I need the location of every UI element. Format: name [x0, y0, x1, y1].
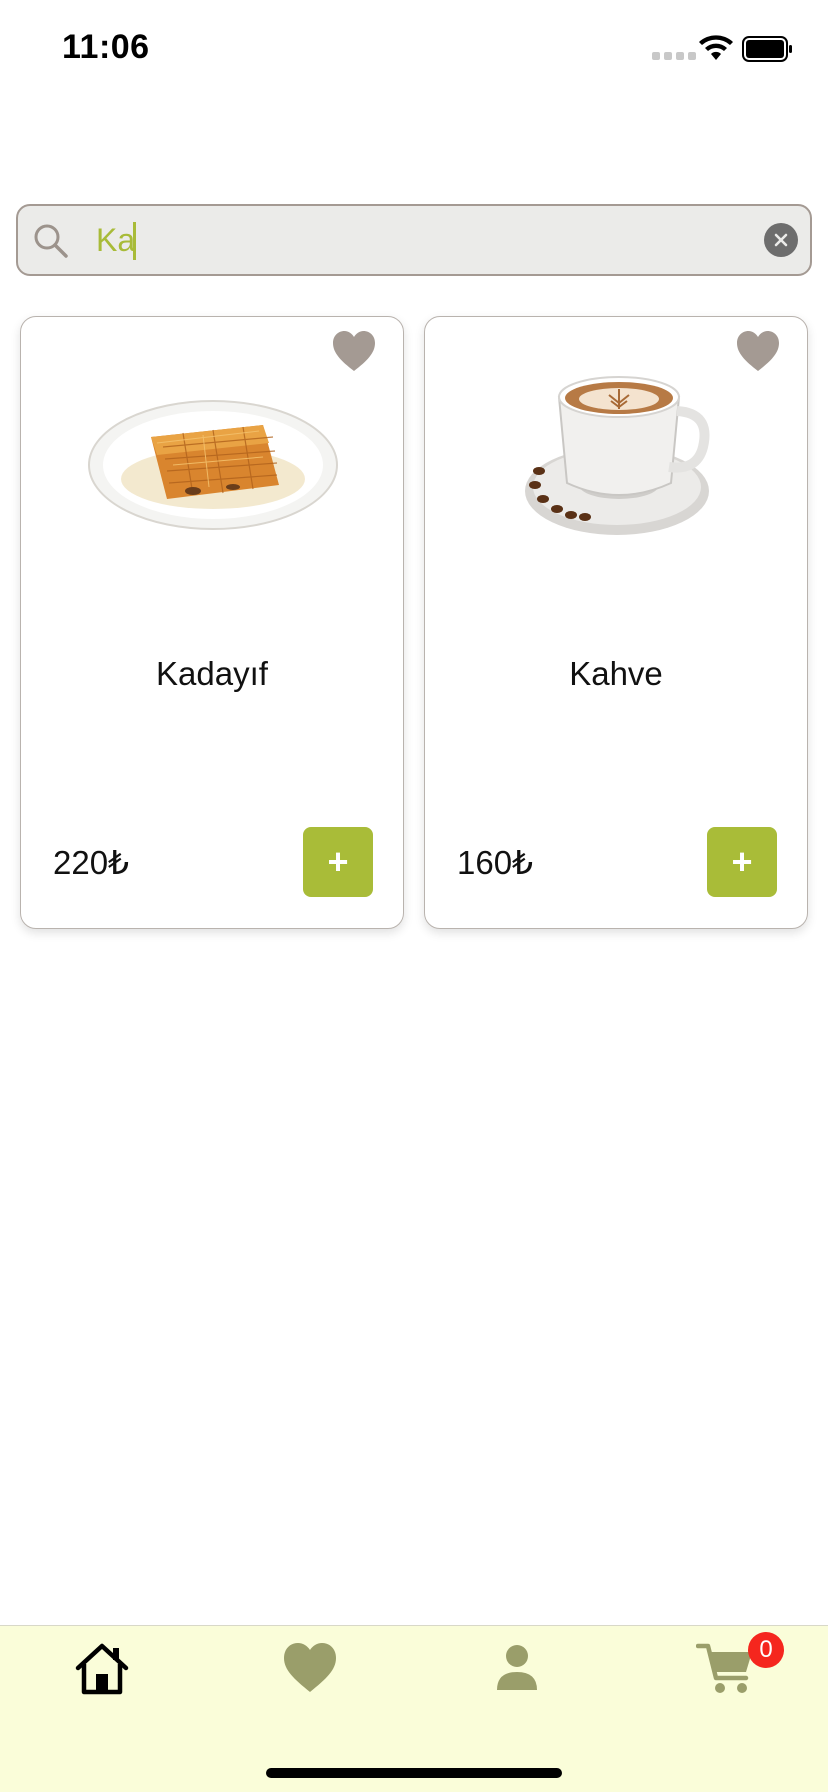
heart-icon[interactable]	[280, 1638, 340, 1698]
product-price: 220₺	[53, 844, 130, 881]
tab-bar: 0	[0, 1625, 828, 1792]
cart-count-badge: 0	[748, 1632, 784, 1668]
user-icon[interactable]	[487, 1638, 547, 1698]
kadayif-dessert-image	[88, 400, 338, 530]
add-to-cart-button[interactable]: +	[303, 827, 373, 897]
search-icon	[34, 224, 68, 258]
coffee-cup-image	[525, 376, 710, 535]
cellular-signal-icon	[652, 52, 696, 60]
status-time: 11:06	[62, 28, 150, 66]
product-card[interactable]: Kadayıf 220₺ +	[20, 316, 404, 929]
status-bar: 11:06	[0, 0, 828, 100]
product-card[interactable]: Kahve 160₺ +	[424, 316, 808, 929]
home-indicator	[266, 1768, 562, 1778]
plus-icon: +	[731, 841, 753, 882]
product-price: 160₺	[457, 844, 534, 881]
plus-icon: +	[327, 841, 349, 882]
clear-search-button[interactable]	[764, 223, 798, 257]
search-bar[interactable]	[16, 204, 812, 276]
search-input[interactable]	[80, 206, 680, 274]
screen: 11:06 Ka Kadayıf 220₺ + Kahve 160₺ + 0	[0, 0, 828, 1792]
close-icon	[774, 233, 788, 247]
text-caret	[133, 222, 136, 260]
product-name: Kahve	[569, 655, 663, 692]
add-to-cart-button[interactable]: +	[707, 827, 777, 897]
home-icon[interactable]	[72, 1638, 132, 1698]
product-name: Kadayıf	[156, 655, 268, 692]
battery-icon	[742, 36, 792, 62]
wifi-icon	[699, 35, 733, 60]
cart-icon[interactable]	[696, 1638, 756, 1698]
